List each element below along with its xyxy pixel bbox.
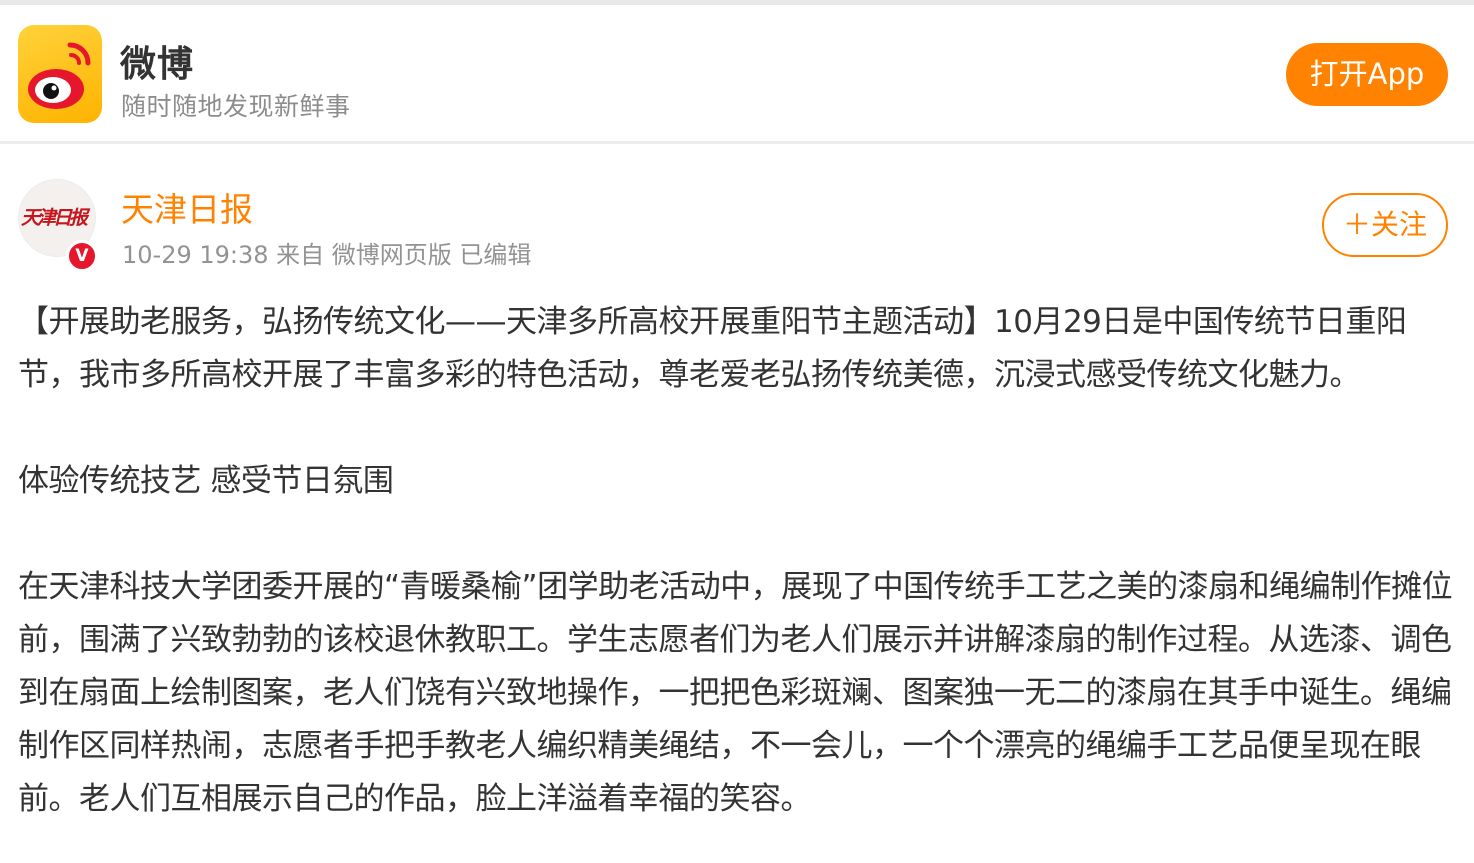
open-app-button[interactable]: 打开App bbox=[1286, 43, 1448, 106]
app-name: 微博 bbox=[120, 44, 195, 85]
post-paragraph: 【开展助老服务，弘扬传统文化——天津多所高校开展重阳节主题活动】10月29日是中… bbox=[18, 304, 1407, 393]
weibo-logo-icon[interactable] bbox=[18, 25, 102, 123]
app-slogan: 随时随地发现新鲜事 bbox=[121, 92, 351, 121]
post-subheading: 体验传统技艺 感受节日氛围 bbox=[18, 463, 394, 499]
verified-badge-icon: V bbox=[66, 240, 98, 272]
follow-button[interactable]: ＋关注 bbox=[1322, 193, 1448, 257]
app-download-banner: 微博 随时随地发现新鲜事 打开App bbox=[0, 5, 1474, 144]
author-name[interactable]: 天津日报 bbox=[121, 183, 253, 231]
avatar-logo-text: 天津日报 bbox=[21, 207, 88, 229]
post-paragraph: 在天津科技大学团委开展的“青暖桑榆”团学助老活动中，展现了中国传统手工艺之美的漆… bbox=[18, 569, 1453, 817]
post-meta: 10-29 19:38 来自 微博网页版 已编辑 bbox=[122, 241, 532, 269]
post-content: 【开展助老服务，弘扬传统文化——天津多所高校开展重阳节主题活动】10月29日是中… bbox=[18, 296, 1458, 826]
